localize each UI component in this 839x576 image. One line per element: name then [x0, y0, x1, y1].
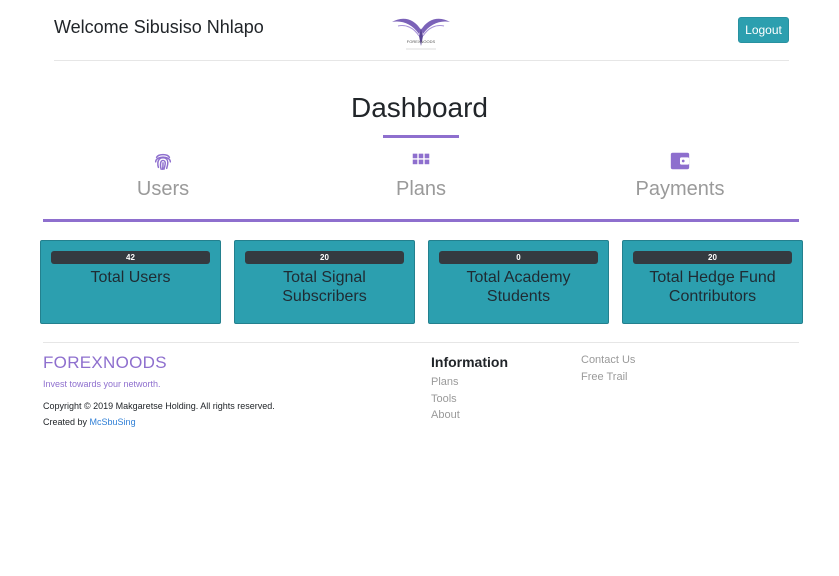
stat-label: Total Users: [90, 269, 171, 286]
information-heading: Information: [431, 354, 508, 370]
stat-card-signal-subscribers[interactable]: 20 Total Signal Subscribers: [234, 240, 415, 324]
bird-logo-icon: FOREXNOODS: [392, 18, 450, 50]
extra-links: Contact Us Free Trail: [581, 352, 635, 385]
count-badge: 20: [633, 251, 792, 264]
grid-icon: [412, 153, 430, 165]
footer-tagline: Invest towards your networth.: [43, 379, 161, 389]
footer-link-free-trail[interactable]: Free Trail: [581, 369, 635, 386]
created-by-prefix: Created by: [43, 417, 88, 427]
created-by: Created by McSbuSing: [43, 417, 136, 427]
footer-link-tools[interactable]: Tools: [431, 391, 460, 408]
footer-link-contact-us[interactable]: Contact Us: [581, 352, 635, 369]
stat-label: Total Signal Subscribers: [282, 269, 367, 305]
nav-plans-label: Plans: [395, 178, 447, 200]
stat-label: Total Hedge Fund Contributors: [649, 269, 776, 305]
title-underline: [383, 135, 459, 138]
footer-link-plans[interactable]: Plans: [431, 374, 460, 391]
nav-payments-label: Payments: [635, 178, 725, 200]
stat-card-academy-students[interactable]: 0 Total Academy Students: [428, 240, 609, 324]
stat-card-hedge-fund-contributors[interactable]: 20 Total Hedge Fund Contributors: [622, 240, 803, 324]
nav-users[interactable]: Users: [73, 150, 253, 201]
stat-card-total-users[interactable]: 42 Total Users: [40, 240, 221, 324]
logout-button[interactable]: Logout: [738, 17, 789, 43]
nav-payments[interactable]: Payments: [590, 150, 770, 201]
author-link[interactable]: McSbuSing: [90, 417, 136, 427]
brand-logo[interactable]: FOREXNOODS: [390, 12, 452, 52]
copyright-text: Copyright © 2019 Makgaretse Holding. All…: [43, 401, 275, 411]
information-links: Plans Tools About: [431, 374, 460, 424]
footer-brand: FOREXNOODS: [43, 353, 167, 372]
svg-text:FOREXNOODS: FOREXNOODS: [407, 39, 436, 44]
fingerprint-icon: [154, 153, 172, 170]
welcome-message: Welcome Sibusiso Nhlapo: [54, 17, 264, 37]
nav-users-label: Users: [136, 178, 190, 200]
stat-label: Total Academy Students: [466, 269, 571, 305]
page-title: Dashboard: [351, 92, 488, 123]
nav-plans[interactable]: Plans: [331, 150, 511, 201]
footer-divider: [43, 342, 799, 343]
count-badge: 20: [245, 251, 404, 264]
count-badge: 0: [439, 251, 598, 264]
wallet-icon: [670, 152, 690, 170]
footer-link-about[interactable]: About: [431, 407, 460, 424]
header: Welcome Sibusiso Nhlapo FOREXNOODS Logou…: [54, 0, 789, 61]
count-badge: 42: [51, 251, 210, 264]
nav-divider: [43, 219, 799, 222]
